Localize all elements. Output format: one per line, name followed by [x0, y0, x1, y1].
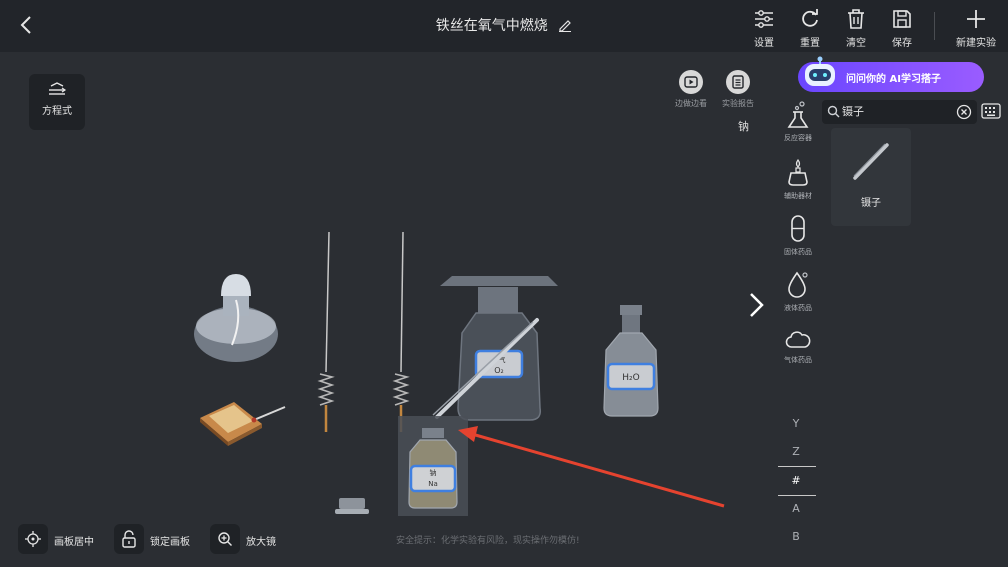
new-experiment-label: 新建实验: [956, 38, 996, 49]
lock-canvas-label: 锁定画板: [150, 537, 190, 548]
reset-label: 重置: [800, 38, 820, 49]
ai-banner-text: 问问你的 AI学习搭子: [846, 74, 941, 85]
alphabet-active-bottom-line: [778, 495, 816, 496]
sodium-label-formula: Na: [428, 480, 438, 488]
alphabet-active-top-line: [778, 466, 816, 467]
sodium-bottle[interactable]: 钠 Na: [398, 416, 468, 516]
refresh-icon: [802, 9, 818, 27]
alphabet-index-a[interactable]: A: [778, 502, 814, 515]
search-input[interactable]: [842, 103, 952, 119]
trash-icon: [848, 9, 864, 29]
lock-icon: [114, 524, 144, 554]
save-label: 保存: [892, 38, 912, 49]
plus-icon: [967, 10, 985, 28]
magnifier-button[interactable]: 放大镜: [210, 524, 290, 554]
droplet-icon: [788, 271, 808, 298]
clear-button[interactable]: 清空: [836, 6, 876, 49]
category-gas-drugs-label: 气体药品: [784, 356, 812, 364]
lock-canvas-button[interactable]: 锁定画板: [114, 524, 204, 554]
clear-search-icon[interactable]: [956, 104, 972, 120]
water-bottle[interactable]: H₂O: [603, 305, 659, 417]
search-icon: [827, 105, 840, 118]
crosshair-icon: [18, 524, 48, 554]
category-auxiliary[interactable]: 辅助器材: [780, 158, 816, 201]
tweezers-icon: [853, 143, 889, 180]
zoom-in-icon: [210, 524, 240, 554]
category-solid-drugs[interactable]: 固体药品: [780, 214, 816, 257]
iron-wire-1[interactable]: [317, 231, 335, 432]
search-result-tweezers[interactable]: 镊子: [831, 128, 911, 226]
sodium-label-top: 钠: [430, 468, 437, 477]
center-canvas-label: 画板居中: [54, 537, 94, 548]
new-experiment-button[interactable]: 新建实验: [950, 6, 1002, 49]
small-dish[interactable]: [335, 498, 369, 514]
flask-icon: [787, 101, 809, 128]
iron-wire-2[interactable]: [392, 231, 410, 432]
burner-icon: [788, 158, 808, 186]
robot-icon: [805, 56, 835, 86]
alphabet-index-hash[interactable]: #: [778, 474, 814, 487]
save-icon: [893, 10, 911, 28]
center-canvas-button[interactable]: 画板居中: [18, 524, 108, 554]
search-box: [822, 100, 977, 124]
capsule-icon: [791, 215, 805, 242]
search-result-label: 镊子: [861, 198, 881, 209]
cloud-icon: [785, 331, 811, 348]
toolbar-divider: [934, 12, 935, 40]
alphabet-index-y[interactable]: Y: [778, 417, 814, 430]
alphabet-index-b[interactable]: B: [778, 530, 814, 543]
category-solid-drugs-label: 固体药品: [784, 248, 812, 256]
clear-label: 清空: [846, 38, 866, 49]
experiment-canvas[interactable]: 气 O₂ H₂O 钠 Na: [0, 0, 780, 567]
category-reaction-vessel[interactable]: 反应容器: [780, 100, 816, 143]
oxygen-label-formula: O₂: [494, 366, 504, 375]
safety-tip: 安全提示：化学实验有风险，现实操作勿模仿!: [396, 536, 580, 546]
chevron-right-icon[interactable]: [744, 292, 768, 318]
category-auxiliary-label: 辅助器材: [784, 192, 812, 200]
water-label: H₂O: [622, 373, 639, 383]
category-gas-drugs[interactable]: 气体药品: [780, 328, 816, 365]
category-liquid-drugs-label: 液体药品: [784, 304, 812, 312]
reset-button[interactable]: 重置: [790, 6, 830, 49]
category-liquid-drugs[interactable]: 液体药品: [780, 270, 816, 313]
matchbox[interactable]: [200, 402, 286, 446]
keyboard-icon[interactable]: [981, 103, 1001, 119]
save-button[interactable]: 保存: [882, 6, 922, 49]
category-reaction-vessel-label: 反应容器: [784, 134, 812, 142]
alphabet-index-z[interactable]: Z: [778, 445, 814, 458]
alcohol-lamp[interactable]: [194, 274, 278, 362]
guidance-arrow: [458, 426, 725, 508]
magnifier-label: 放大镜: [246, 537, 276, 548]
